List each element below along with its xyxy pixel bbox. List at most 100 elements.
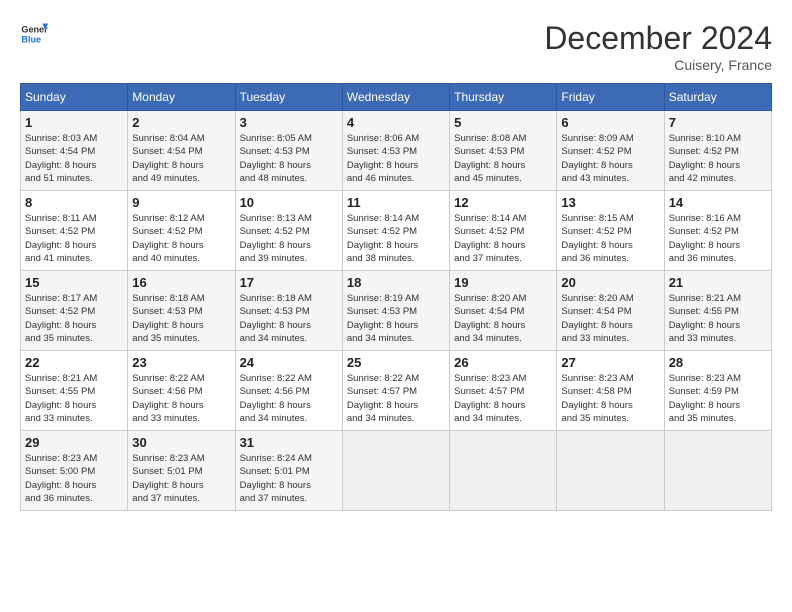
day-info: Sunrise: 8:05 AMSunset: 4:53 PMDaylight:… (240, 132, 338, 185)
title-block: December 2024 Cuisery, France (544, 20, 772, 73)
calendar-cell: 7Sunrise: 8:10 AMSunset: 4:52 PMDaylight… (664, 111, 771, 191)
calendar-cell (450, 431, 557, 511)
day-number: 19 (454, 275, 552, 290)
day-info: Sunrise: 8:16 AMSunset: 4:52 PMDaylight:… (669, 212, 767, 265)
calendar-cell: 24 Sunrise: 8:22 AMSunset: 4:56 PMDayligh… (235, 351, 342, 431)
calendar-cell: 12 Sunrise: 8:14 AMSunset: 4:52 PMDayligh… (450, 191, 557, 271)
calendar-cell: 26 Sunrise: 8:23 AMSunset: 4:57 PMDayligh… (450, 351, 557, 431)
day-number: 5 (454, 115, 552, 130)
day-info: Sunrise: 8:21 AMSunset: 4:55 PMDaylight:… (25, 372, 123, 425)
day-info: Sunrise: 8:04 AMSunset: 4:54 PMDaylight:… (132, 132, 230, 185)
calendar-cell: 29 Sunrise: 8:23 AMSunset: 5:00 PMDayligh… (21, 431, 128, 511)
day-info: Sunrise: 8:08 AMSunset: 4:53 PMDaylight:… (454, 132, 552, 185)
day-number: 25 (347, 355, 445, 370)
calendar-cell: 14 Sunrise: 8:16 AMSunset: 4:52 PMDayligh… (664, 191, 771, 271)
day-info: Sunrise: 8:13 AMSunset: 4:52 PMDaylight:… (240, 212, 338, 265)
calendar-cell: 3 Sunrise: 8:05 AMSunset: 4:53 PMDaylight… (235, 111, 342, 191)
day-number: 28 (669, 355, 767, 370)
calendar-table: SundayMondayTuesdayWednesdayThursdayFrid… (20, 83, 772, 511)
weekday-header-thursday: Thursday (450, 84, 557, 111)
day-info: Sunrise: 8:11 AMSunset: 4:52 PMDaylight:… (25, 212, 123, 265)
day-number: 8 (25, 195, 123, 210)
day-number: 3 (240, 115, 338, 130)
location: Cuisery, France (544, 57, 772, 73)
day-info: Sunrise: 8:23 AMSunset: 5:00 PMDaylight:… (25, 452, 123, 505)
calendar-cell: 1 Sunrise: 8:03 AMSunset: 4:54 PMDaylight… (21, 111, 128, 191)
day-info: Sunrise: 8:14 AMSunset: 4:52 PMDaylight:… (347, 212, 445, 265)
day-info: Sunrise: 8:22 AMSunset: 4:56 PMDaylight:… (240, 372, 338, 425)
day-info: Sunrise: 8:20 AMSunset: 4:54 PMDaylight:… (561, 292, 659, 345)
day-number: 30 (132, 435, 230, 450)
calendar-cell: 19 Sunrise: 8:20 AMSunset: 4:54 PMDayligh… (450, 271, 557, 351)
day-info: Sunrise: 8:14 AMSunset: 4:52 PMDaylight:… (454, 212, 552, 265)
day-info: Sunrise: 8:17 AMSunset: 4:52 PMDaylight:… (25, 292, 123, 345)
calendar-cell (557, 431, 664, 511)
calendar-cell: 31 Sunrise: 8:24 AMSunset: 5:01 PMDayligh… (235, 431, 342, 511)
day-info: Sunrise: 8:19 AMSunset: 4:53 PMDaylight:… (347, 292, 445, 345)
day-info: Sunrise: 8:23 AMSunset: 4:58 PMDaylight:… (561, 372, 659, 425)
day-number: 21 (669, 275, 767, 290)
day-info: Sunrise: 8:18 AMSunset: 4:53 PMDaylight:… (240, 292, 338, 345)
day-info: Sunrise: 8:23 AMSunset: 4:59 PMDaylight:… (669, 372, 767, 425)
calendar-cell: 15 Sunrise: 8:17 AMSunset: 4:52 PMDayligh… (21, 271, 128, 351)
day-info: Sunrise: 8:06 AMSunset: 4:53 PMDaylight:… (347, 132, 445, 185)
calendar-cell: 23 Sunrise: 8:22 AMSunset: 4:56 PMDayligh… (128, 351, 235, 431)
day-info: Sunrise: 8:09 AMSunset: 4:52 PMDaylight:… (561, 132, 659, 185)
calendar-cell: 5 Sunrise: 8:08 AMSunset: 4:53 PMDaylight… (450, 111, 557, 191)
calendar-cell: 6 Sunrise: 8:09 AMSunset: 4:52 PMDaylight… (557, 111, 664, 191)
day-info: Sunrise: 8:23 AMSunset: 5:01 PMDaylight:… (132, 452, 230, 505)
weekday-header-monday: Monday (128, 84, 235, 111)
day-number: 22 (25, 355, 123, 370)
calendar-cell: 25 Sunrise: 8:22 AMSunset: 4:57 PMDayligh… (342, 351, 449, 431)
calendar-cell: 16Sunrise: 8:18 AMSunset: 4:53 PMDayligh… (128, 271, 235, 351)
day-info: Sunrise: 8:22 AMSunset: 4:57 PMDaylight:… (347, 372, 445, 425)
day-info: Sunrise: 8:20 AMSunset: 4:54 PMDaylight:… (454, 292, 552, 345)
calendar-cell: 21 Sunrise: 8:21 AMSunset: 4:55 PMDayligh… (664, 271, 771, 351)
day-number: 4 (347, 115, 445, 130)
calendar-cell: 27 Sunrise: 8:23 AMSunset: 4:58 PMDayligh… (557, 351, 664, 431)
day-info: Sunrise: 8:21 AMSunset: 4:55 PMDaylight:… (669, 292, 767, 345)
calendar-cell: 30 Sunrise: 8:23 AMSunset: 5:01 PMDayligh… (128, 431, 235, 511)
day-number: 2 (132, 115, 230, 130)
calendar-cell: 18 Sunrise: 8:19 AMSunset: 4:53 PMDayligh… (342, 271, 449, 351)
day-number: 27 (561, 355, 659, 370)
day-number: 29 (25, 435, 123, 450)
calendar-cell: 28 Sunrise: 8:23 AMSunset: 4:59 PMDayligh… (664, 351, 771, 431)
day-number: 6 (561, 115, 659, 130)
day-number: 1 (25, 115, 123, 130)
day-number: 13 (561, 195, 659, 210)
calendar-cell: 8 Sunrise: 8:11 AMSunset: 4:52 PMDaylight… (21, 191, 128, 271)
calendar-cell: 11 Sunrise: 8:14 AMSunset: 4:52 PMDayligh… (342, 191, 449, 271)
day-number: 17 (240, 275, 338, 290)
day-info: Sunrise: 8:03 AMSunset: 4:54 PMDaylight:… (25, 132, 123, 185)
logo-icon: General Blue (20, 20, 48, 48)
day-number: 12 (454, 195, 552, 210)
day-number: 23 (132, 355, 230, 370)
day-number: 20 (561, 275, 659, 290)
page-header: General Blue December 2024 Cuisery, Fran… (20, 20, 772, 73)
day-number: 11 (347, 195, 445, 210)
day-number: 31 (240, 435, 338, 450)
calendar-cell: 22 Sunrise: 8:21 AMSunset: 4:55 PMDayligh… (21, 351, 128, 431)
weekday-header-tuesday: Tuesday (235, 84, 342, 111)
day-info: Sunrise: 8:22 AMSunset: 4:56 PMDaylight:… (132, 372, 230, 425)
day-number: 26 (454, 355, 552, 370)
weekday-header-friday: Friday (557, 84, 664, 111)
day-number: 18 (347, 275, 445, 290)
weekday-header-saturday: Saturday (664, 84, 771, 111)
calendar-cell: 13 Sunrise: 8:15 AMSunset: 4:52 PMDayligh… (557, 191, 664, 271)
day-number: 16 (132, 275, 230, 290)
day-number: 24 (240, 355, 338, 370)
day-info: Sunrise: 8:23 AMSunset: 4:57 PMDaylight:… (454, 372, 552, 425)
day-number: 9 (132, 195, 230, 210)
day-info: Sunrise: 8:15 AMSunset: 4:52 PMDaylight:… (561, 212, 659, 265)
weekday-header-wednesday: Wednesday (342, 84, 449, 111)
day-number: 15 (25, 275, 123, 290)
calendar-cell: 9Sunrise: 8:12 AMSunset: 4:52 PMDaylight… (128, 191, 235, 271)
calendar-cell: 4 Sunrise: 8:06 AMSunset: 4:53 PMDaylight… (342, 111, 449, 191)
day-info: Sunrise: 8:24 AMSunset: 5:01 PMDaylight:… (240, 452, 338, 505)
calendar-cell: 17 Sunrise: 8:18 AMSunset: 4:53 PMDayligh… (235, 271, 342, 351)
day-info: Sunrise: 8:10 AMSunset: 4:52 PMDaylight:… (669, 132, 767, 185)
day-number: 14 (669, 195, 767, 210)
logo: General Blue (20, 20, 48, 48)
